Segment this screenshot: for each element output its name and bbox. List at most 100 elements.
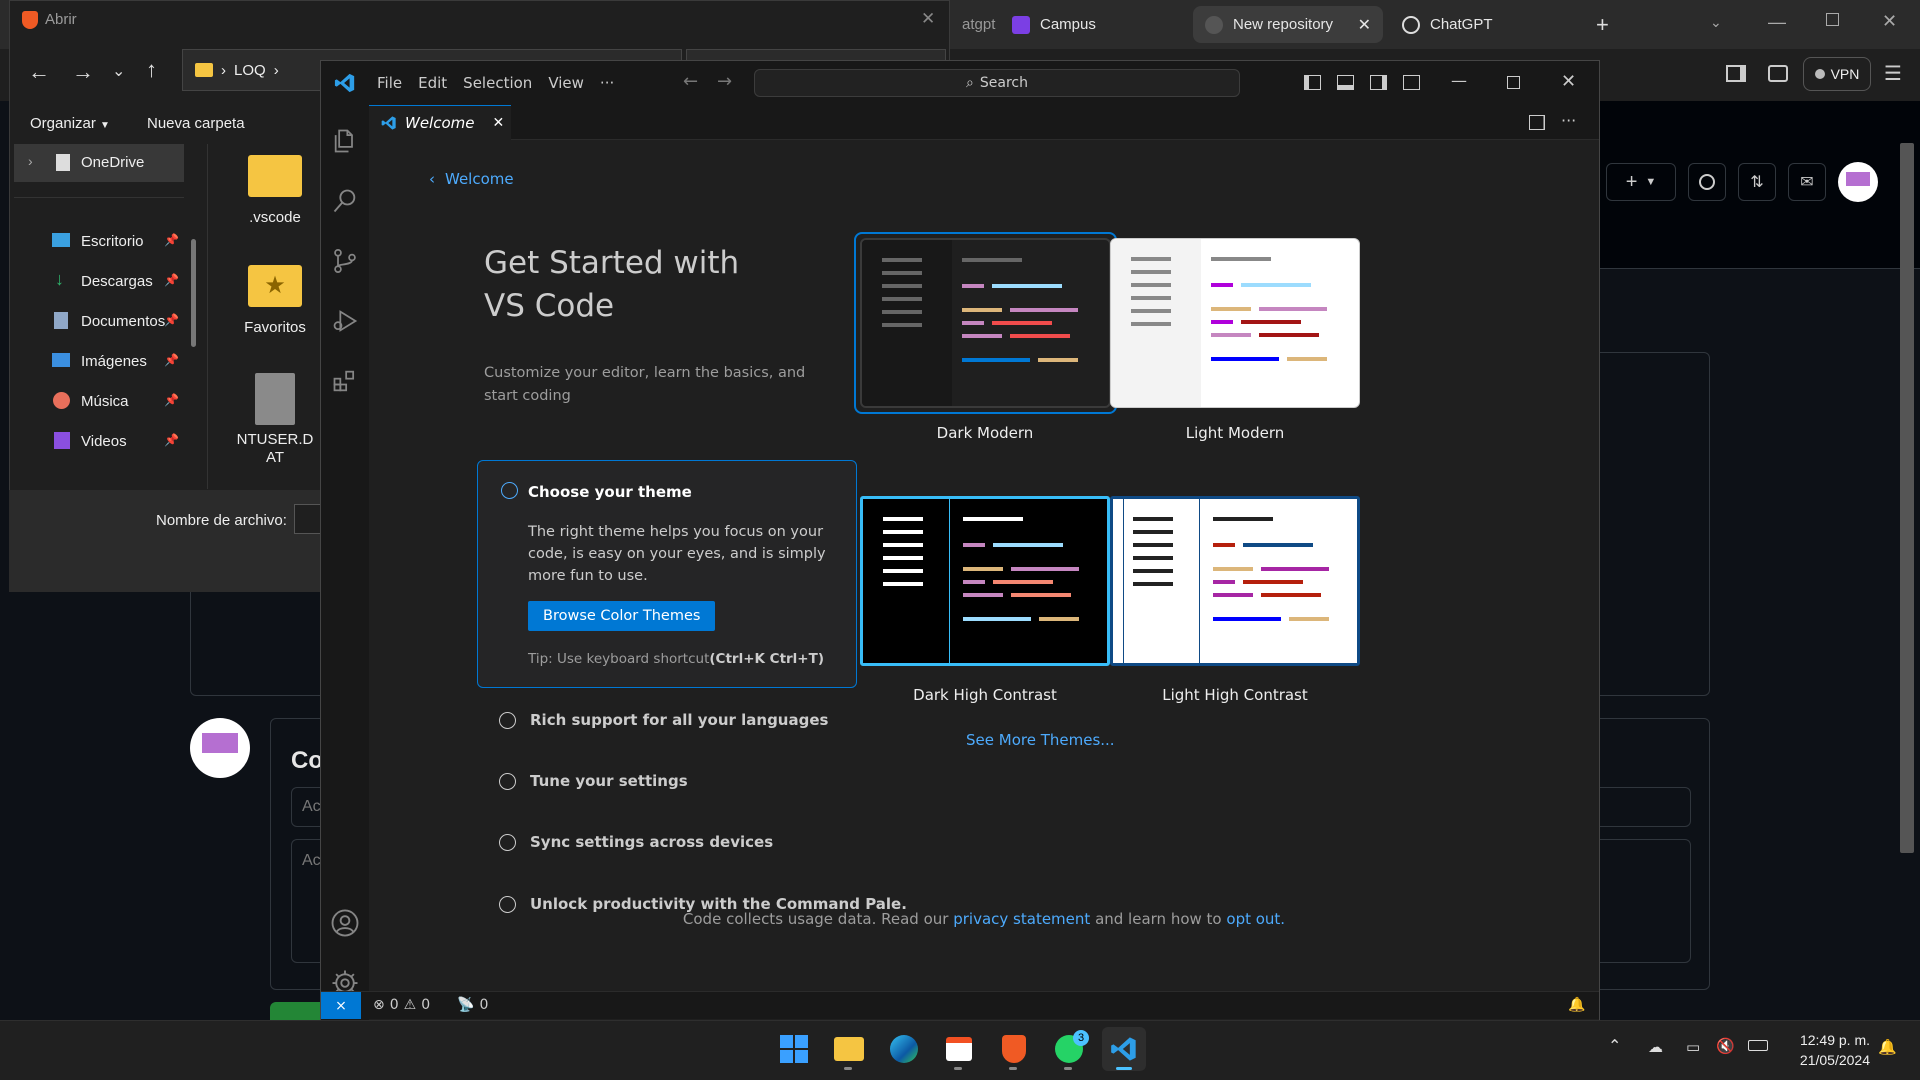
- command-center-search[interactable]: ⌕ Search: [754, 69, 1240, 97]
- volume-muted-icon[interactable]: 🔇: [1716, 1037, 1735, 1055]
- toggle-panel-icon[interactable]: [1337, 75, 1354, 90]
- taskbar-vscode[interactable]: [1102, 1027, 1146, 1071]
- menu-more[interactable]: ···: [592, 74, 622, 92]
- nav-scrollbar[interactable]: [191, 239, 196, 347]
- expand-icon[interactable]: ›: [28, 153, 33, 169]
- nav-item-onedrive[interactable]: › OneDrive: [14, 144, 184, 182]
- close-icon[interactable]: ✕: [1561, 71, 1576, 92]
- network-icon[interactable]: ▭: [1686, 1038, 1700, 1056]
- browser-tab-chatgpt[interactable]: ChatGPT: [1390, 6, 1580, 43]
- step-sync[interactable]: Sync settings across devices: [499, 833, 773, 851]
- step-settings[interactable]: Tune your settings: [499, 772, 688, 790]
- menu-edit[interactable]: Edit: [410, 74, 455, 92]
- organize-button[interactable]: Organizar ▼: [30, 115, 110, 132]
- ports-indicator[interactable]: 📡 0: [457, 997, 488, 1013]
- taskbar-store[interactable]: [937, 1027, 981, 1071]
- clock-time: 12:49 p. m.: [1799, 1032, 1870, 1048]
- tab-search-icon[interactable]: ⌄: [1710, 14, 1722, 31]
- cloud-sync-icon[interactable]: ☁: [1648, 1038, 1663, 1056]
- nav-item-videos[interactable]: Videos 📌: [14, 427, 184, 457]
- source-control-icon[interactable]: [321, 237, 369, 285]
- clock[interactable]: 12:49 p. m. 21/05/2024: [1780, 1030, 1870, 1070]
- minimize-icon[interactable]: —: [1768, 12, 1786, 33]
- run-debug-icon[interactable]: [321, 297, 369, 345]
- chevron-left-icon: ‹: [429, 170, 435, 188]
- toggle-secondary-sidebar-icon[interactable]: [1370, 75, 1387, 90]
- close-icon[interactable]: ✕: [1882, 11, 1897, 32]
- tab-close-icon[interactable]: ✕: [493, 115, 505, 131]
- desktop-icon: [52, 233, 70, 247]
- chevron-right-icon: ›: [273, 61, 279, 79]
- issues-icon[interactable]: [1688, 163, 1726, 201]
- opt-out-link[interactable]: opt out.: [1226, 910, 1285, 928]
- file-item-vscode[interactable]: .vscode: [230, 155, 320, 226]
- page-scrollbar[interactable]: [1900, 143, 1914, 853]
- file-item-favoritos[interactable]: ★ Favoritos: [230, 265, 320, 336]
- dialog-close-icon[interactable]: ✕: [921, 9, 935, 29]
- customize-layout-icon[interactable]: [1403, 75, 1420, 90]
- wallet-icon[interactable]: [1768, 65, 1788, 82]
- nav-label: Música: [81, 393, 129, 410]
- new-tab-icon[interactable]: +: [1596, 12, 1609, 38]
- show-hidden-icons-icon[interactable]: ⌃: [1608, 1036, 1621, 1056]
- avatar[interactable]: [1838, 162, 1878, 202]
- sidebar-icon[interactable]: [1726, 65, 1746, 82]
- browser-tab-new-repository[interactable]: New repository ✕: [1193, 6, 1383, 43]
- explorer-icon[interactable]: [321, 117, 369, 165]
- theme-light-modern[interactable]: [1110, 238, 1360, 408]
- nav-item-documentos[interactable]: Documentos 📌: [14, 307, 184, 337]
- pull-requests-icon[interactable]: ⇅: [1738, 163, 1776, 201]
- extensions-icon[interactable]: [321, 357, 369, 405]
- menu-icon[interactable]: ☰: [1884, 61, 1902, 86]
- menu-file[interactable]: File: [369, 74, 410, 92]
- nav-forward-icon[interactable]: →: [717, 71, 732, 92]
- remote-indicator-icon[interactable]: ⨯: [321, 992, 361, 1019]
- privacy-statement-link[interactable]: privacy statement: [953, 910, 1090, 928]
- vpn-button[interactable]: VPN: [1803, 57, 1871, 91]
- file-item-ntuser[interactable]: NTUSER.DAT: [235, 373, 315, 467]
- search-icon[interactable]: [321, 177, 369, 225]
- nav-item-descargas[interactable]: ↓ Descargas 📌: [14, 267, 184, 297]
- step-languages[interactable]: Rich support for all your languages: [499, 711, 828, 729]
- back-icon[interactable]: ←: [28, 59, 50, 85]
- notifications-bell-icon[interactable]: 🔔: [1568, 997, 1585, 1013]
- theme-dark-modern[interactable]: [854, 232, 1117, 414]
- taskbar-file-explorer[interactable]: [827, 1027, 871, 1071]
- browser-tab-campus[interactable]: Campus: [1000, 6, 1180, 43]
- accounts-icon[interactable]: [321, 899, 369, 947]
- taskbar-brave[interactable]: [992, 1027, 1036, 1071]
- menu-selection[interactable]: Selection: [455, 74, 540, 92]
- new-folder-button[interactable]: Nueva carpeta: [147, 115, 245, 132]
- theme-light-high-contrast[interactable]: [1110, 496, 1360, 666]
- create-new-button[interactable]: + ▼: [1606, 163, 1676, 201]
- recent-dropdown-icon[interactable]: ⌄: [112, 61, 125, 81]
- notification-bell-icon[interactable]: 🔔: [1878, 1038, 1897, 1056]
- more-actions-icon[interactable]: ···: [1561, 111, 1576, 130]
- videos-icon: [54, 432, 70, 449]
- nav-back-icon[interactable]: ←: [683, 71, 698, 92]
- see-more-themes-link[interactable]: See More Themes...: [966, 731, 1115, 749]
- maximize-icon[interactable]: [1507, 76, 1520, 89]
- inbox-icon[interactable]: ✉: [1788, 163, 1826, 201]
- browse-color-themes-button[interactable]: Browse Color Themes: [528, 601, 716, 631]
- restore-icon[interactable]: [1826, 13, 1839, 26]
- taskbar-whatsapp[interactable]: 3: [1047, 1027, 1091, 1071]
- tab-close-icon[interactable]: ✕: [1358, 15, 1371, 35]
- step-choose-theme[interactable]: Choose your theme The right theme helps …: [477, 460, 857, 688]
- forward-icon[interactable]: →: [72, 59, 94, 85]
- up-icon[interactable]: ↑: [146, 57, 157, 83]
- taskbar-edge[interactable]: [882, 1027, 926, 1071]
- nav-item-escritorio[interactable]: Escritorio 📌: [14, 227, 184, 257]
- minimize-icon[interactable]: —: [1451, 71, 1467, 90]
- start-button[interactable]: [772, 1027, 816, 1071]
- battery-icon[interactable]: [1748, 1040, 1768, 1051]
- nav-item-imagenes[interactable]: Imágenes 📌: [14, 347, 184, 377]
- theme-dark-high-contrast[interactable]: [860, 496, 1110, 666]
- tab-welcome[interactable]: Welcome ✕: [369, 105, 511, 140]
- breadcrumb[interactable]: ‹ Welcome: [429, 170, 514, 188]
- menu-view[interactable]: View: [540, 74, 592, 92]
- nav-item-musica[interactable]: Música 📌: [14, 387, 184, 417]
- toggle-primary-sidebar-icon[interactable]: [1304, 75, 1321, 90]
- problems-indicator[interactable]: ⊗ 0 ⚠ 0: [373, 997, 430, 1013]
- split-editor-icon[interactable]: [1529, 115, 1545, 130]
